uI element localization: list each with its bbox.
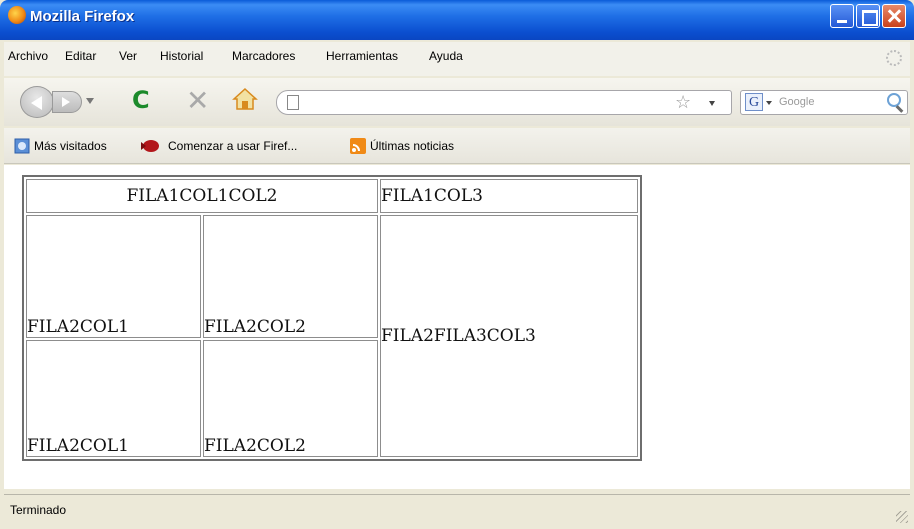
cell-fila1-col3: FILA1COL3 (380, 179, 638, 213)
title-bar[interactable]: Mozilla Firefox (0, 0, 914, 40)
cell-fila2-col1: FILA2COL1 (26, 214, 201, 339)
menu-ayuda[interactable]: Ayuda (429, 49, 463, 63)
window-title: Mozilla Firefox (30, 8, 135, 25)
menu-editar[interactable]: Editar (65, 49, 96, 63)
bookmark-most-visited[interactable]: Más visitados (34, 139, 107, 153)
menu-historial[interactable]: Historial (160, 49, 203, 63)
search-input[interactable]: Google (779, 96, 814, 108)
bookmark-star-icon[interactable]: ☆ (675, 92, 691, 113)
firefox-icon (8, 6, 26, 24)
browser-window: Mozilla Firefox Archivo Editar Ver Histo… (0, 0, 914, 529)
activity-throbber-icon (886, 50, 902, 66)
maximize-button[interactable] (856, 4, 880, 28)
stop-icon[interactable]: ✕ (186, 84, 209, 117)
minimize-button[interactable] (830, 4, 854, 28)
page-content: FILA1COL1COL2 FILA1COL3 FILA2COL1 FILA2C… (4, 165, 910, 489)
demo-table: FILA1COL1COL2 FILA1COL3 FILA2COL1 FILA2C… (22, 175, 642, 461)
google-engine-icon[interactable]: G (745, 93, 763, 111)
cell-fila2-fila3-col3: FILA2FILA3COL3 (380, 214, 638, 457)
menu-ver[interactable]: Ver (119, 49, 137, 63)
cell-fila1-col1-col2: FILA1COL1COL2 (26, 179, 378, 213)
url-bar[interactable]: ☆ (276, 90, 732, 115)
home-icon[interactable] (232, 86, 258, 112)
back-button[interactable] (20, 86, 54, 118)
bookmarks-toolbar: Más visitados Comenzar a usar Firef... Ú… (4, 128, 910, 164)
cell-fila3-col1: FILA2COL1 (26, 340, 201, 457)
menu-bar: Archivo Editar Ver Historial Marcadores … (4, 42, 910, 76)
bookmark-getting-started[interactable]: Comenzar a usar Firef... (168, 139, 297, 153)
search-icon[interactable] (887, 93, 901, 107)
menu-marcadores[interactable]: Marcadores (232, 49, 295, 63)
most-visited-icon (14, 138, 30, 154)
navigation-toolbar: C ✕ ☆ G Google (4, 78, 910, 126)
cell-fila2-col2: FILA2COL2 (203, 214, 378, 339)
menu-archivo[interactable]: Archivo (8, 49, 48, 63)
resize-grip[interactable] (896, 511, 908, 523)
engine-dropdown-icon[interactable] (766, 101, 772, 105)
getting-started-icon (141, 140, 159, 152)
status-bar: Terminado (4, 494, 910, 525)
cell-fila3-col2: FILA2COL2 (203, 340, 378, 457)
url-dropdown-icon[interactable] (709, 101, 715, 106)
forward-button[interactable] (52, 91, 82, 113)
page-icon (287, 95, 299, 110)
close-button[interactable] (882, 4, 906, 28)
rss-feed-icon (350, 138, 366, 154)
search-box[interactable]: G Google (740, 90, 908, 115)
reload-icon[interactable]: C (132, 86, 150, 114)
menu-herramientas[interactable]: Herramientas (326, 49, 398, 63)
bookmark-latest-news[interactable]: Últimas noticias (370, 139, 454, 153)
history-dropdown-icon[interactable] (86, 98, 94, 104)
status-text: Terminado (10, 503, 67, 517)
